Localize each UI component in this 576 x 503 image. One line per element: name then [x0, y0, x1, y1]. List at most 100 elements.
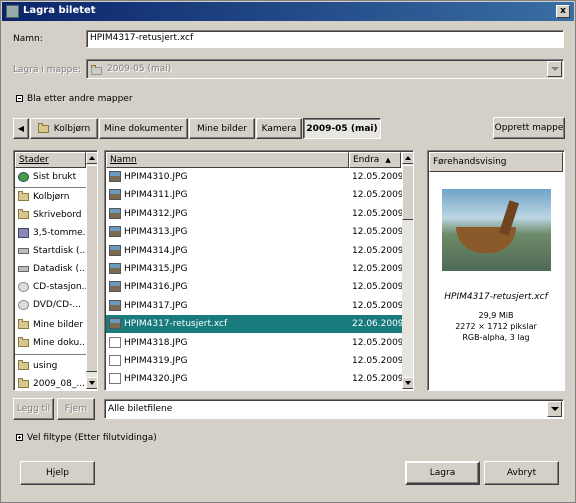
file-row[interactable]: HPIM4313.JPG 12.05.2009 — [106, 223, 404, 241]
document-icon — [109, 373, 121, 385]
place-label: Kolbjørn — [33, 192, 70, 202]
preview-thumbnail — [442, 189, 551, 271]
file-row[interactable]: HPIM4310.JPG 12.05.2009 — [106, 168, 404, 186]
create-folder-button[interactable]: Opprett mappe — [493, 117, 565, 139]
help-button[interactable]: Hjelp — [20, 461, 95, 485]
places-scroll-thumb[interactable] — [86, 165, 97, 372]
place-item-2009-08[interactable]: 2009_08_... — [18, 375, 85, 390]
place-item-mine-dokumenter[interactable]: Mine doku... — [18, 334, 88, 352]
place-item-floppy[interactable]: 3,5-tomme... — [18, 224, 91, 242]
place-item-desktop[interactable]: Skrivebord — [18, 206, 81, 224]
file-name: HPIM4319.JPG — [124, 356, 188, 366]
file-row[interactable]: HPIM4315.JPG 12.05.2009 — [106, 260, 404, 278]
folder-icon — [37, 122, 49, 133]
cancel-button[interactable]: Avbryt — [484, 461, 559, 485]
place-label: 2009_08_... — [33, 379, 85, 389]
file-row[interactable]: HPIM4320.JPG 12.05.2009 — [106, 370, 404, 388]
add-bookmark-button[interactable]: Legg til — [13, 398, 54, 420]
create-folder-label: Opprett mappe — [494, 123, 564, 133]
viking-ship-prow — [498, 200, 520, 236]
folder-icon — [18, 359, 29, 370]
scroll-up-icon[interactable] — [86, 152, 97, 164]
place-item-kolbjorn[interactable]: Kolbjørn — [18, 188, 69, 206]
file-modified-date: 12.05.2009 — [352, 300, 404, 311]
file-name: HPIM4320.JPG — [124, 374, 188, 385]
file-row[interactable]: HPIM4317.JPG 12.05.2009 — [106, 297, 404, 315]
places-header[interactable]: Stader — [15, 152, 86, 168]
place-label: Mine doku... — [33, 338, 88, 348]
place-label: Mine bilder — [33, 320, 84, 330]
browse-folders-expander[interactable]: Bla etter andre mapper — [16, 94, 133, 104]
preview-dimensions: 2272 × 1712 pikslar — [455, 322, 537, 331]
place-item-datadisk[interactable]: Datadisk (... — [18, 260, 88, 278]
file-name: HPIM4318.JPG — [124, 337, 188, 348]
file-name: HPIM4316.JPG — [124, 282, 188, 293]
preview-size: 29,9 MiB — [478, 311, 514, 320]
place-label: Skrivebord — [33, 210, 82, 220]
file-modified-date: 12.05.2009 — [352, 190, 404, 201]
image-icon — [109, 189, 121, 201]
file-modified-date: 12.05.2009 — [352, 172, 404, 182]
column-header-name[interactable]: Namn — [106, 152, 349, 168]
floppy-icon — [18, 227, 29, 238]
path-scroll-left-button[interactable]: ◀ — [13, 118, 29, 139]
file-modified-date: 12.05.2009 — [352, 264, 404, 274]
close-button[interactable]: x — [556, 5, 570, 18]
chevron-down-icon[interactable] — [547, 401, 562, 417]
file-filter-combo[interactable]: Alle biletfilene — [104, 399, 564, 419]
scroll-up-icon[interactable] — [402, 152, 413, 164]
filename-input[interactable]: HPIM4317-retusjert.xcf — [86, 30, 564, 48]
preview-header[interactable]: Førehandsvising — [429, 152, 563, 172]
save-in-folder-combo: 2009-05 (mai) — [86, 59, 564, 79]
place-item-cd-drive[interactable]: CD-stasjon... — [18, 278, 90, 296]
image-icon — [109, 226, 121, 238]
preview-mode: RGB-alpha, 3 lag — [462, 333, 530, 342]
places-list: Sist brukt Kolbjørn Skrivebord 3,5-tomme… — [15, 168, 91, 390]
file-list-panel: Namn Endra ▲ HPIM4310.JPG 12.05.2009 HPIM43… — [104, 150, 414, 391]
image-icon — [109, 171, 121, 182]
file-row[interactable]: HPIM4311.JPG 12.05.2009 — [106, 186, 404, 204]
remove-bookmark-button[interactable]: Fjern — [57, 398, 95, 420]
place-item-mine-bilder[interactable]: Mine bilder — [18, 316, 83, 334]
place-item-recent[interactable]: Sist brukt — [18, 168, 76, 186]
path-button-current-folder[interactable]: 2009-05 (mai) — [303, 118, 381, 139]
file-list-scroll-thumb[interactable] — [402, 165, 413, 220]
folder-icon — [18, 336, 29, 347]
file-row-selected[interactable]: HPIM4317-retusjert.xcf 22.06.2009 — [106, 315, 404, 334]
image-icon — [109, 263, 121, 274]
file-row[interactable]: HPIM4319.JPG 12.05.2009 — [106, 352, 404, 370]
title-bar: Lagra biletet x — [2, 2, 574, 21]
save-button[interactable]: Lagra — [405, 461, 480, 485]
file-type-expander[interactable]: Vel filtype (Etter filutvidinga) — [16, 433, 157, 443]
file-row[interactable]: HPIM4312.JPG 12.05.2009 — [106, 205, 404, 223]
place-item-using[interactable]: using — [18, 357, 57, 375]
place-label: Sist brukt — [33, 172, 77, 182]
path-button-kamera[interactable]: Kamera — [256, 118, 302, 139]
path-button-mine-bilder[interactable]: Mine bilder — [189, 118, 255, 139]
column-header-modified[interactable]: Endra ▲ — [349, 152, 401, 168]
column-header-modified-label: Endra — [353, 155, 380, 165]
place-label: Datadisk (... — [33, 264, 88, 274]
path-button-label: Kolbjørn — [53, 123, 91, 134]
file-name: HPIM4315.JPG — [124, 264, 188, 274]
place-item-startdisk[interactable]: Startdisk (... — [18, 242, 88, 260]
document-icon — [109, 355, 121, 366]
file-row[interactable]: HPIM4314.JPG 12.05.2009 — [106, 242, 404, 260]
xcf-icon — [109, 318, 121, 330]
scroll-down-icon[interactable] — [86, 377, 97, 389]
place-label: CD-stasjon... — [33, 282, 91, 292]
path-button-kolbjorn[interactable]: Kolbjørn — [30, 118, 98, 139]
places-scrollbar[interactable] — [86, 152, 97, 389]
file-row[interactable]: HPIM4316.JPG 12.05.2009 — [106, 278, 404, 296]
path-button-mine-dokumenter[interactable]: Mine dokumenter — [99, 118, 188, 139]
places-panel: Stader Sist brukt Kolbjørn Skrivebord 3,… — [13, 150, 98, 391]
preview-filename: HPIM4317-retusjert.xcf — [444, 292, 548, 302]
file-type-label: Vel filtype (Etter filutvidinga) — [27, 433, 157, 443]
scroll-down-icon[interactable] — [402, 377, 413, 389]
file-modified-date: 22.06.2009 — [352, 319, 404, 330]
place-item-dvd-drive[interactable]: DVD/CD-... — [18, 296, 81, 314]
preview-panel: Førehandsvising HPIM4317-retusjert.xcf 2… — [427, 150, 565, 391]
image-icon — [109, 207, 121, 219]
file-list-scrollbar[interactable] — [402, 152, 413, 389]
file-row[interactable]: HPIM4318.JPG 12.05.2009 — [106, 334, 404, 352]
